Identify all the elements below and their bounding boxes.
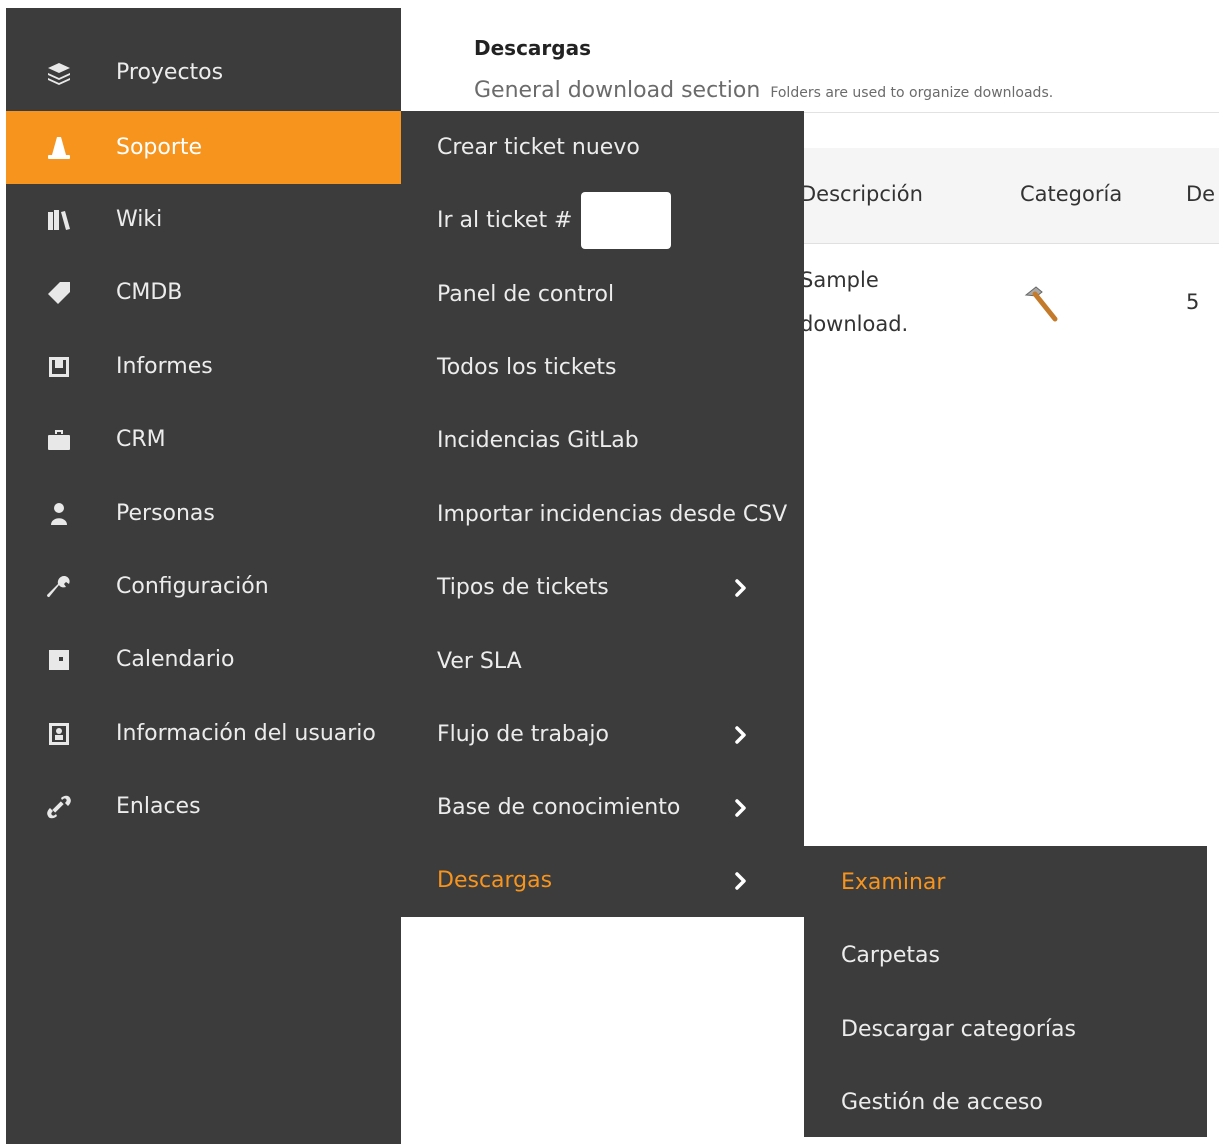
subtitle-text: General download section xyxy=(474,78,761,103)
row-value: 5 xyxy=(1186,290,1200,314)
submenu-item-panel-control[interactable]: Panel de control xyxy=(401,258,804,331)
sidebar-item-informes[interactable]: Informes xyxy=(6,330,401,403)
sidebar-item-label: CMDB xyxy=(116,280,183,305)
row-description-line2[interactable]: download. xyxy=(800,312,908,336)
submenu-item-label: Panel de control xyxy=(437,282,615,307)
downloads-item-label: Carpetas xyxy=(841,943,940,968)
sidebar-item-label: Wiki xyxy=(116,207,163,232)
downloads-submenu: Examinar Carpetas Descargar categorías G… xyxy=(804,846,1207,1137)
sidebar-item-label: Calendario xyxy=(116,647,235,672)
submenu-item-label: Importar incidencias desde CSV xyxy=(437,502,788,527)
tag-icon xyxy=(6,280,116,306)
downloads-item-carpetas[interactable]: Carpetas xyxy=(804,919,1207,992)
submenu-item-flujo-trabajo[interactable]: Flujo de trabajo xyxy=(401,698,804,771)
chevron-right-icon xyxy=(733,797,749,819)
briefcase-icon xyxy=(6,427,116,453)
sidebar-item-label: CRM xyxy=(116,427,166,452)
submenu-item-label: Todos los tickets xyxy=(437,355,617,380)
ticket-number-input[interactable] xyxy=(580,192,671,249)
column-header-de[interactable]: De xyxy=(1186,182,1215,206)
sidebar-item-label: Enlaces xyxy=(116,794,201,819)
column-header-description[interactable]: Descripción xyxy=(800,182,923,206)
chevron-right-icon xyxy=(733,577,749,599)
sidebar: Proyectos Soporte Wiki CMDB Informes CRM xyxy=(6,8,401,1144)
downloads-item-categorias[interactable]: Descargar categorías xyxy=(804,993,1207,1066)
sidebar-item-label: Información del usuario xyxy=(116,721,376,746)
traffic-cone-icon xyxy=(6,135,116,161)
chevron-right-icon xyxy=(733,870,749,892)
submenu-item-base-conocimiento[interactable]: Base de conocimiento xyxy=(401,771,804,844)
sidebar-item-wiki[interactable]: Wiki xyxy=(6,183,401,256)
submenu-item-crear-ticket[interactable]: Crear ticket nuevo xyxy=(401,111,804,184)
submenu-item-label: Ver SLA xyxy=(437,649,522,674)
sidebar-item-configuracion[interactable]: Configuración xyxy=(6,550,401,623)
sidebar-item-label: Personas xyxy=(116,501,215,526)
sidebar-item-crm[interactable]: CRM xyxy=(6,403,401,476)
downloads-item-gestion-acceso[interactable]: Gestión de acceso xyxy=(804,1066,1207,1139)
page-subtitle: General download section Folders are use… xyxy=(474,78,1053,103)
submenu-item-todos-tickets[interactable]: Todos los tickets xyxy=(401,331,804,404)
submenu-item-incidencias-gitlab[interactable]: Incidencias GitLab xyxy=(401,404,804,477)
submenu-item-ver-sla[interactable]: Ver SLA xyxy=(401,625,804,698)
page-title: Descargas xyxy=(474,36,592,60)
sidebar-item-soporte[interactable]: Soporte xyxy=(6,111,401,184)
user-card-icon xyxy=(6,721,116,747)
submenu-item-label: Crear ticket nuevo xyxy=(437,135,640,160)
submenu-item-descargas[interactable]: Descargas xyxy=(401,844,804,917)
sidebar-item-label: Soporte xyxy=(116,135,203,160)
submenu-item-label: Base de conocimiento xyxy=(437,795,681,820)
submenu-item-label: Descargas xyxy=(437,868,553,893)
report-icon xyxy=(6,354,116,380)
downloads-item-examinar[interactable]: Examinar xyxy=(804,846,1207,919)
subtitle-hint: Folders are used to organize downloads. xyxy=(770,85,1054,101)
sidebar-item-personas[interactable]: Personas xyxy=(6,477,401,550)
submenu-item-label: Tipos de tickets xyxy=(437,575,609,600)
sidebar-item-cmdb[interactable]: CMDB xyxy=(6,256,401,329)
person-icon xyxy=(6,501,116,527)
sidebar-item-label: Informes xyxy=(116,354,213,379)
hammer-icon xyxy=(1020,283,1062,330)
books-icon xyxy=(6,207,116,233)
wrench-icon xyxy=(6,574,116,600)
submenu-item-importar-csv[interactable]: Importar incidencias desde CSV xyxy=(401,478,804,551)
submenu-item-ir-al-ticket[interactable]: Ir al ticket # xyxy=(401,184,804,257)
downloads-item-label: Gestión de acceso xyxy=(841,1090,1043,1115)
calendar-icon xyxy=(6,647,116,673)
submenu-item-label: Ir al ticket # xyxy=(437,208,573,233)
layers-icon xyxy=(6,60,116,86)
sidebar-item-proyectos[interactable]: Proyectos xyxy=(6,36,401,109)
submenu-item-tipos-tickets[interactable]: Tipos de tickets xyxy=(401,551,804,624)
link-icon xyxy=(6,794,116,820)
sidebar-item-label: Proyectos xyxy=(116,60,224,85)
downloads-item-label: Descargar categorías xyxy=(841,1017,1076,1042)
sidebar-item-enlaces[interactable]: Enlaces xyxy=(6,770,401,843)
row-description-line1[interactable]: Sample xyxy=(800,268,879,292)
column-header-category[interactable]: Categoría xyxy=(1020,182,1122,206)
sidebar-item-informacion-usuario[interactable]: Información del usuario xyxy=(6,697,401,770)
sidebar-item-calendario[interactable]: Calendario xyxy=(6,623,401,696)
sidebar-item-label: Configuración xyxy=(116,574,269,599)
downloads-item-label: Examinar xyxy=(841,870,946,895)
submenu-item-label: Flujo de trabajo xyxy=(437,722,609,747)
support-submenu: Crear ticket nuevo Ir al ticket # Panel … xyxy=(401,111,804,917)
chevron-right-icon xyxy=(733,724,749,746)
submenu-item-label: Incidencias GitLab xyxy=(437,428,639,453)
